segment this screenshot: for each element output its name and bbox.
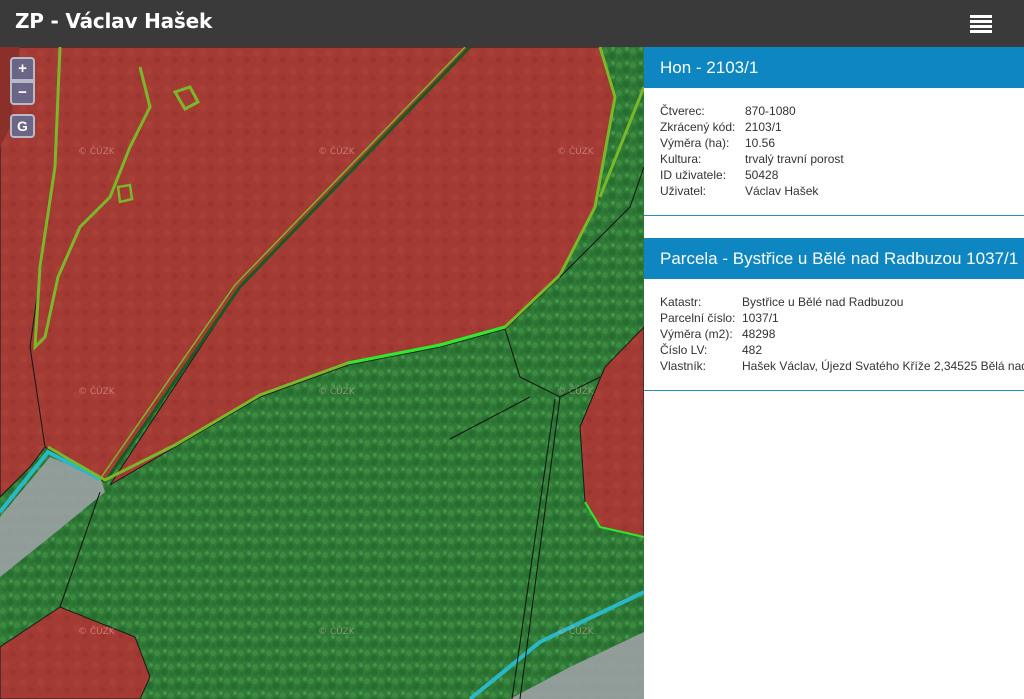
hon-label: Výměra (ha): (660, 136, 730, 150)
map-watermark: © ČÚZK (78, 387, 115, 397)
parcela-label: Katastr: (660, 295, 702, 309)
menu-button[interactable] (968, 13, 994, 35)
hon-row: Zkrácený kód: 2103/1 (660, 119, 1008, 135)
menu-icon (970, 15, 992, 33)
hon-label: Čtverec: (660, 104, 705, 118)
hon-row: Uživatel: Václav Hašek (660, 183, 1008, 199)
parcela-row: Výměra (m2): 48298 (660, 326, 1008, 342)
info-panel: Hon - 2103/1 Čtverec: 870-1080 Zkrácený … (644, 47, 1024, 699)
hon-value: 870-1080 (745, 104, 796, 118)
parcela-value: Hašek Václav, Újezd Svatého Kříže 2,3452… (742, 359, 1024, 373)
parcela-value: 482 (742, 343, 763, 357)
hon-value: 50428 (745, 168, 779, 182)
hon-row: ID uživatele: 50428 (660, 167, 1008, 183)
map-watermark: © ČÚZK (78, 147, 115, 157)
hon-row: Čtverec: 870-1080 (660, 103, 1008, 119)
hon-label: ID uživatele: (660, 168, 727, 182)
zoom-out-button[interactable]: − (10, 81, 35, 105)
map-canvas[interactable] (0, 47, 644, 699)
parcela-header: Parcela - Bystřice u Bělé nad Radbuzou 1… (644, 238, 1024, 279)
parcela-label: Vlastník: (660, 359, 707, 373)
parcela-value: Bystřice u Bělé nad Radbuzou (742, 295, 904, 309)
map-watermark: © ČÚZK (78, 627, 115, 637)
hon-value: Václav Hašek (745, 184, 819, 198)
geolocate-button[interactable]: G (10, 114, 35, 138)
parcela-row: Číslo LV: 482 (660, 342, 1008, 358)
hon-row: Výměra (ha): 10.56 (660, 135, 1008, 151)
map-watermark: © ČÚZK (318, 147, 355, 157)
zoom-in-button[interactable]: + (10, 57, 35, 81)
hon-label: Zkrácený kód: (660, 120, 736, 134)
app-title: ZP - Václav Hašek (15, 9, 213, 33)
top-bar: ZP - Václav Hašek (0, 0, 1024, 47)
parcela-label: Výměra (m2): (660, 327, 733, 341)
parcela-value: 1037/1 (742, 311, 779, 325)
hon-label: Uživatel: (660, 184, 707, 198)
map-watermark: © ČÚZK (318, 387, 355, 397)
parcela-row: Parcelní číslo: 1037/1 (660, 310, 1008, 326)
map-watermark: © ČÚZK (318, 627, 355, 637)
hon-header: Hon - 2103/1 (644, 47, 1024, 88)
hon-value: 10.56 (745, 136, 776, 150)
parcela-details: Katastr: Bystřice u Bělé nad Radbuzou Pa… (644, 279, 1024, 391)
parcela-row: Katastr: Bystřice u Bělé nad Radbuzou (660, 294, 1008, 310)
hon-label: Kultura: (660, 152, 702, 166)
hon-details: Čtverec: 870-1080 Zkrácený kód: 2103/1 V… (644, 88, 1024, 216)
map-watermark: © ČÚZK (557, 147, 594, 157)
hon-value: 2103/1 (745, 120, 782, 134)
parcela-label: Parcelní číslo: (660, 311, 736, 325)
map-view[interactable]: + − G © ČÚZK © ČÚZK © ČÚZK © ČÚZK © ČÚZK… (0, 47, 644, 699)
hon-value: trvalý travní porost (745, 152, 844, 166)
map-watermark: © ČÚZK (557, 627, 594, 637)
parcela-label: Číslo LV: (660, 343, 708, 357)
parcela-value: 48298 (742, 327, 776, 341)
parcela-row: Vlastník: Hašek Václav, Újezd Svatého Kř… (660, 358, 1024, 374)
map-watermark: © ČÚZK (557, 387, 594, 397)
hon-row: Kultura: trvalý travní porost (660, 151, 1008, 167)
